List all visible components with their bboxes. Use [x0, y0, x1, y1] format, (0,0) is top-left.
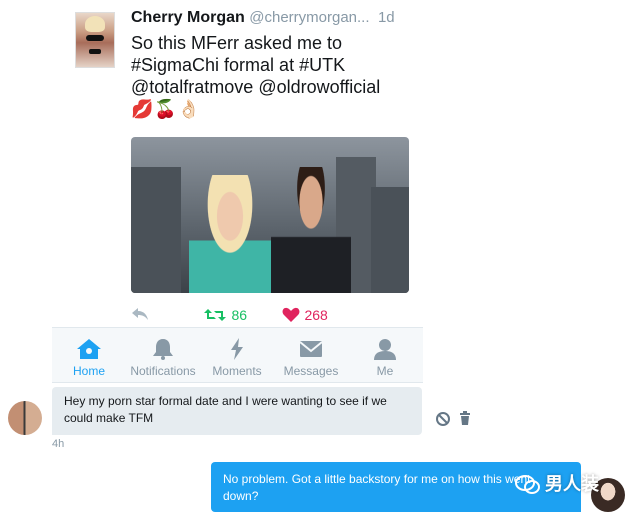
tweet-header: Cherry Morgan @cherrymorgan... 1d [131, 8, 395, 28]
reply-button[interactable] [130, 306, 152, 324]
retweet-count: 86 [231, 307, 248, 323]
person-icon [374, 339, 396, 360]
tweet-timestamp[interactable]: 1d [378, 9, 395, 26]
watermark-text: 男人装 [545, 474, 599, 494]
tab-me-label: Me [376, 364, 394, 378]
incoming-message-bubble: Hey my porn star formal date and I were … [52, 387, 422, 435]
tab-home[interactable]: Home [52, 328, 126, 382]
incoming-message-time: 4h [52, 438, 65, 450]
bell-icon [153, 339, 173, 360]
tab-notifications[interactable]: Notifications [126, 328, 200, 382]
tab-home-label: Home [72, 364, 105, 378]
block-icon [436, 412, 450, 426]
tweet-text-line: So this MFerr asked me to [131, 33, 343, 53]
outgoing-message-text: No problem. Got a little backstory for m… [223, 472, 531, 503]
lightning-icon [231, 338, 243, 360]
watermark: 男人装 [515, 470, 599, 496]
incoming-message-text: Hey my porn star formal date and I were … [64, 394, 387, 425]
tab-notifications-label: Notifications [130, 364, 196, 378]
tweet-emoji: 💋🍒👌🏻 [131, 99, 202, 119]
like-button[interactable]: 268 [282, 306, 328, 324]
envelope-icon [299, 341, 323, 357]
home-icon [77, 339, 101, 359]
tab-messages[interactable]: Messages [274, 328, 348, 382]
bottom-nav: Home Notifications Moments Messages Me [52, 328, 423, 383]
tab-me[interactable]: Me [348, 328, 422, 382]
tab-moments-label: Moments [212, 364, 262, 378]
like-count: 268 [304, 307, 328, 323]
wechat-icon [515, 475, 540, 495]
sender-avatar[interactable] [8, 401, 42, 435]
delete-button[interactable] [459, 411, 471, 430]
reply-icon [132, 308, 148, 320]
tweet-text-line[interactable]: @totalfratmove @oldrowofficial [131, 76, 421, 98]
tweet-author-avatar[interactable] [75, 12, 115, 68]
tweet-author-name[interactable]: Cherry Morgan [131, 9, 245, 26]
retweet-button[interactable]: 86 [203, 306, 247, 324]
heart-icon [282, 307, 300, 322]
trash-icon [460, 411, 470, 425]
retweet-icon [204, 309, 226, 321]
tab-messages-label: Messages [283, 364, 339, 378]
tab-moments[interactable]: Moments [200, 328, 274, 382]
tweet-author-handle[interactable]: @cherrymorgan... [249, 9, 369, 26]
tweet-text-line[interactable]: #SigmaChi formal at #UTK [131, 54, 421, 76]
block-button[interactable] [435, 411, 451, 432]
tweet-text: So this MFerr asked me to #SigmaChi form… [131, 32, 421, 98]
tweet-photo[interactable] [131, 137, 409, 293]
